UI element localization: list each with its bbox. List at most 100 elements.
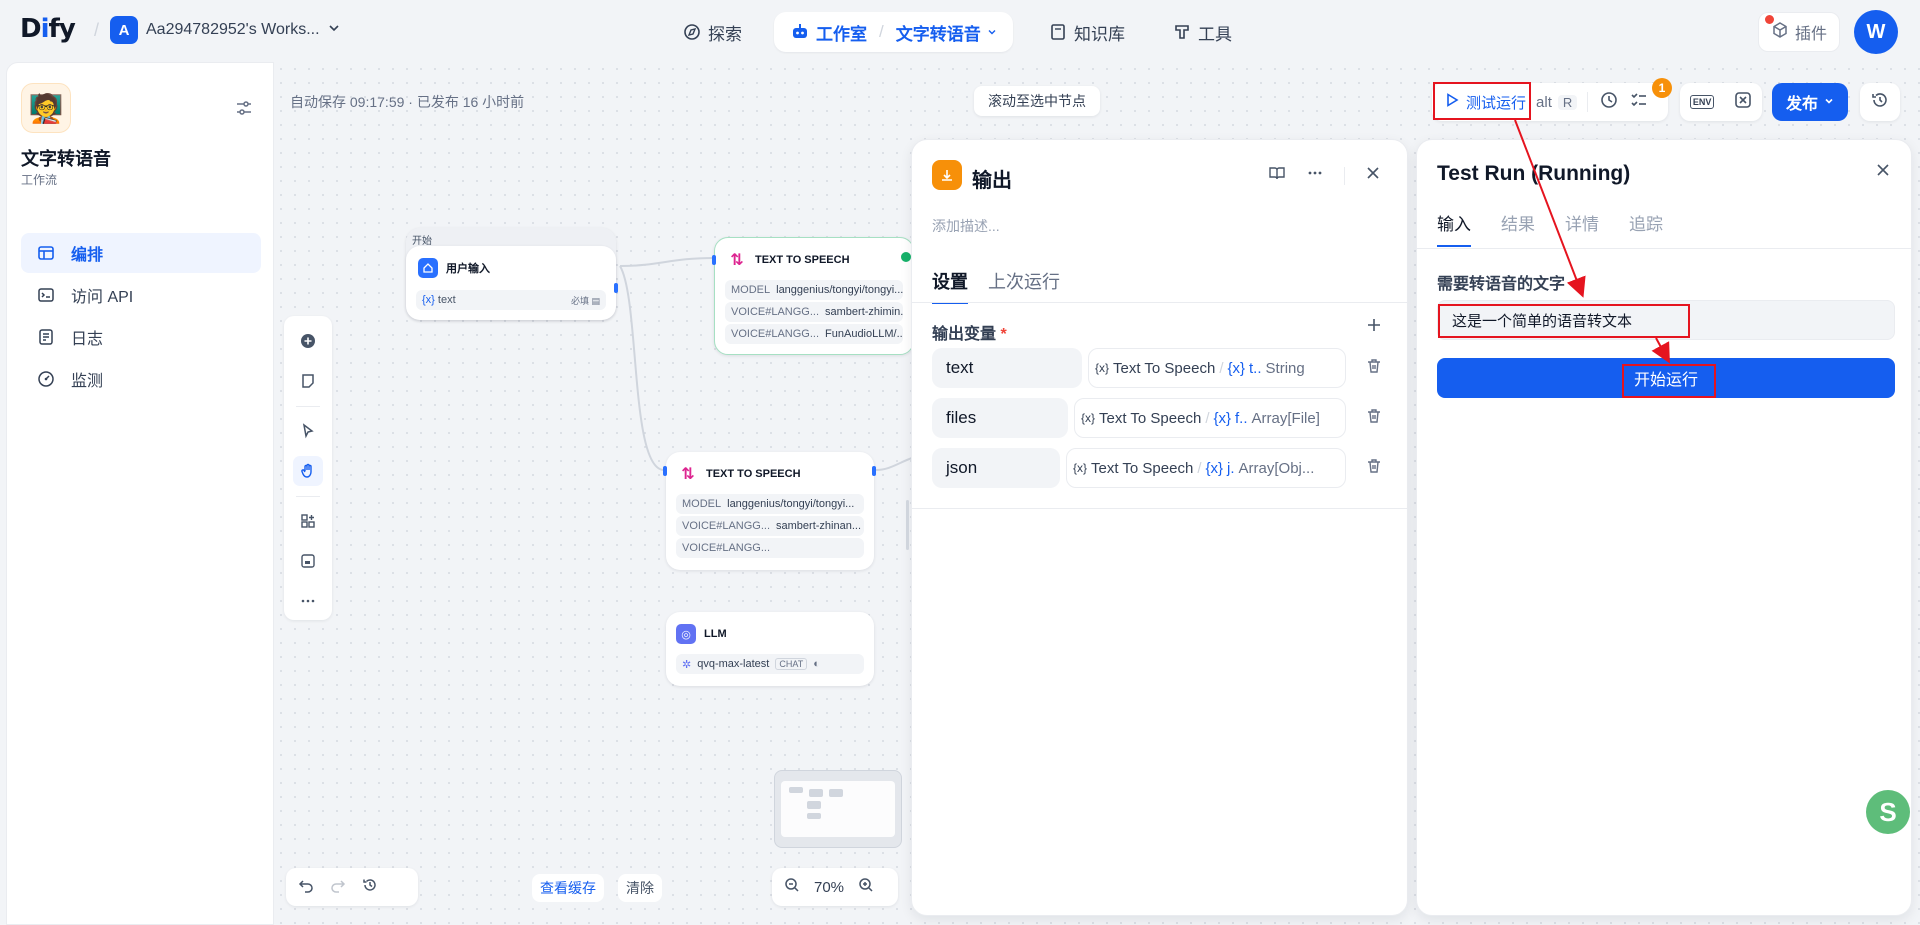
workspace-switcher[interactable]: A Aa294782952's Works... xyxy=(110,16,340,44)
env-icon[interactable]: ENV xyxy=(1689,95,1715,109)
success-icon xyxy=(901,252,911,262)
resize-handle[interactable] xyxy=(906,500,909,550)
publish-button[interactable]: 发布 xyxy=(1772,83,1848,121)
terminal-icon xyxy=(37,286,57,304)
run-history-icon[interactable] xyxy=(1600,91,1618,113)
trash-icon[interactable] xyxy=(1362,458,1386,479)
version-history-button[interactable] xyxy=(1860,83,1900,121)
var-ref-selector[interactable]: {x} Text To Speech / {x} t.. String xyxy=(1088,348,1346,388)
shortcut-r: R xyxy=(1557,94,1578,110)
var-name-input[interactable]: json xyxy=(932,448,1060,488)
canvas-toolbar xyxy=(284,316,332,620)
scroll-to-node-button[interactable]: 滚动至选中节点 xyxy=(974,86,1100,116)
more-icon[interactable] xyxy=(1306,164,1324,187)
tts-node-1-title: TEXT TO SPEECH xyxy=(755,254,850,266)
minimap[interactable] xyxy=(774,770,902,848)
history-controls xyxy=(286,868,418,906)
trash-icon[interactable] xyxy=(1362,358,1386,379)
app-icon: 🧑‍🏫 xyxy=(21,83,71,133)
nav-studio-app[interactable]: 文字转语音 xyxy=(896,20,981,45)
sidebar-item-logs[interactable]: 日志 xyxy=(21,317,261,357)
var-name-input[interactable]: files xyxy=(932,398,1068,438)
annotation-box xyxy=(1438,304,1690,338)
var-ref-selector[interactable]: {x} Text To Speech / {x} j. Array[Obj... xyxy=(1066,448,1346,488)
dify-logo[interactable]: Dify xyxy=(20,14,76,44)
hammer-icon xyxy=(1172,22,1192,42)
nav-studio[interactable]: 工作室 / 文字转语音 xyxy=(774,12,1013,52)
test-run-title: Test Run (Running) xyxy=(1437,162,1631,185)
sidebar-item-label: 日志 xyxy=(71,331,104,348)
description-input[interactable]: 添加描述... xyxy=(932,216,1000,236)
view-cache-button[interactable]: 查看缓存 xyxy=(532,874,604,902)
sidebar-item-label: 监测 xyxy=(71,373,104,390)
tab-detail[interactable]: 详情 xyxy=(1565,210,1599,247)
hand-icon[interactable] xyxy=(293,456,323,486)
sidebar-item-orchestrate[interactable]: 编排 xyxy=(21,233,261,273)
clear-cache-button[interactable]: 清除 xyxy=(618,874,662,902)
audio-icon: ⇅ xyxy=(730,252,744,269)
sidebar: 🧑‍🏫 文字转语音 工作流 编排 访问 API 日志 监测 xyxy=(6,62,274,925)
minimap-toggle-icon[interactable] xyxy=(293,546,323,576)
nav-tools[interactable]: 工具 xyxy=(1172,12,1232,52)
add-node-icon[interactable] xyxy=(293,326,323,356)
assistant-icon[interactable]: S xyxy=(1866,790,1910,834)
sidebar-toggle-icon[interactable] xyxy=(235,99,253,122)
annotation-box xyxy=(1622,364,1716,398)
sidebar-item-monitor[interactable]: 监测 xyxy=(21,359,261,399)
sidebar-item-label: 访问 API xyxy=(71,289,134,306)
tab-trace[interactable]: 追踪 xyxy=(1629,210,1663,247)
zoom-in-icon[interactable] xyxy=(858,877,874,898)
sidebar-item-api[interactable]: 访问 API xyxy=(21,275,261,315)
tts-node-2[interactable]: ⇅ TEXT TO SPEECH MODEL langgenius/tongyi/… xyxy=(663,452,876,570)
undo-icon[interactable] xyxy=(298,877,314,898)
close-icon[interactable] xyxy=(1875,162,1891,183)
start-group-label: 开始 xyxy=(412,236,432,247)
more-icon[interactable] xyxy=(293,586,323,616)
output-node-panel: 输出 添加描述... 设置 上次运行 输出变量 * text {x} Text … xyxy=(911,139,1408,916)
history-icon[interactable] xyxy=(362,877,378,898)
start-node-group: 开始 用户输入 {x} text 必填 ▤ xyxy=(406,228,618,320)
nav-explore-label: 探索 xyxy=(708,24,742,44)
history-icon xyxy=(1871,91,1889,113)
variable-icon[interactable] xyxy=(1734,91,1752,113)
notification-dot xyxy=(1765,15,1774,24)
output-panel-title[interactable]: 输出 xyxy=(972,164,1012,193)
tab-result[interactable]: 结果 xyxy=(1501,210,1535,247)
tts-node-1[interactable]: ⇅ TEXT TO SPEECH MODEL langgenius/tongyi/… xyxy=(712,237,914,355)
sidebar-item-label: 编排 xyxy=(71,247,104,264)
audio-icon: ⇅ xyxy=(681,466,695,483)
tab-settings[interactable]: 设置 xyxy=(932,268,968,304)
output-tabs: 设置 上次运行 xyxy=(932,268,1060,304)
nav-tools-label: 工具 xyxy=(1198,24,1232,44)
llm-icon: ◎ xyxy=(676,624,696,644)
add-variable-icon[interactable] xyxy=(1366,316,1382,339)
home-icon xyxy=(418,258,438,278)
llm-node[interactable]: ◎ LLM ✲ qvq-max-latest CHAT ◐ xyxy=(666,612,874,686)
plugins-button[interactable]: 插件 xyxy=(1758,12,1841,52)
user-avatar[interactable]: W xyxy=(1854,10,1898,54)
close-icon[interactable] xyxy=(1365,165,1381,186)
pointer-icon[interactable] xyxy=(293,416,323,446)
start-node[interactable]: 用户输入 {x} text 必填 ▤ xyxy=(406,246,616,320)
tab-last-run[interactable]: 上次运行 xyxy=(988,268,1060,304)
output-var-row: files {x} Text To Speech / {x} f.. Array[… xyxy=(932,398,1386,438)
nav-knowledge[interactable]: 知识库 xyxy=(1048,12,1125,52)
redo-icon[interactable] xyxy=(330,877,346,898)
zoom-out-icon[interactable] xyxy=(784,877,800,898)
nav-explore[interactable]: 探索 xyxy=(682,12,742,52)
organize-icon[interactable] xyxy=(293,506,323,536)
app-type: 工作流 xyxy=(21,173,58,187)
trash-icon[interactable] xyxy=(1362,408,1386,429)
book-open-icon[interactable] xyxy=(1268,164,1286,187)
model-icon: ✲ xyxy=(682,658,692,671)
checklist-icon[interactable] xyxy=(1630,91,1648,113)
add-note-icon[interactable] xyxy=(293,366,323,396)
zoom-level[interactable]: 70% xyxy=(814,879,844,896)
tab-input[interactable]: 输入 xyxy=(1437,210,1471,247)
var-name-input[interactable]: text xyxy=(932,348,1082,388)
book-icon xyxy=(1048,22,1068,42)
llm-node-title: LLM xyxy=(704,628,727,640)
cube-icon xyxy=(1771,21,1789,44)
var-ref-selector[interactable]: {x} Text To Speech / {x} f.. Array[File] xyxy=(1074,398,1346,438)
chevron-down-icon xyxy=(1824,93,1834,111)
